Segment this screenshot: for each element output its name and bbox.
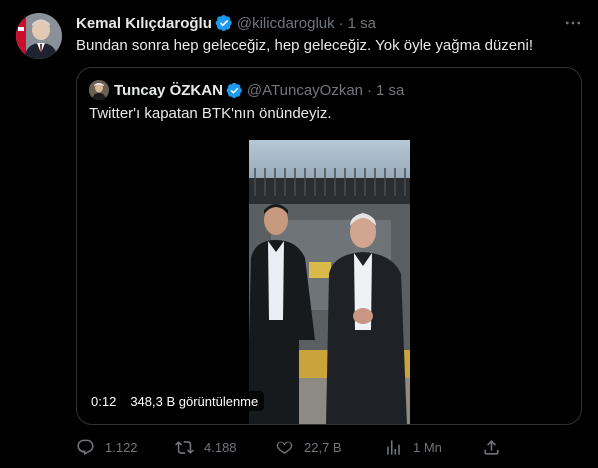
separator-dot: · bbox=[367, 81, 373, 99]
more-icon[interactable] bbox=[562, 12, 584, 34]
quoted-text: Twitter'ı kapatan BTK'nın önündeyiz. bbox=[89, 105, 332, 122]
author-name[interactable]: Kemal Kılıçdaroğlu bbox=[76, 15, 212, 32]
quoted-tweet[interactable]: Tuncay ÖZKAN @ATuncayOzkan · 1 sa Twitte… bbox=[76, 67, 582, 425]
video-views: 348,3 B görüntülenme bbox=[130, 393, 259, 409]
quoted-time[interactable]: 1 sa bbox=[376, 82, 404, 99]
tweet-time[interactable]: 1 sa bbox=[348, 15, 376, 32]
quoted-header: Tuncay ÖZKAN @ATuncayOzkan · 1 sa bbox=[114, 80, 404, 100]
reply-count: 1.122 bbox=[105, 439, 138, 455]
video-player[interactable] bbox=[249, 140, 410, 424]
tweet[interactable]: Kemal Kılıçdaroğlu @kilicdarogluk · 1 sa… bbox=[0, 0, 598, 468]
quoted-author-name[interactable]: Tuncay ÖZKAN bbox=[114, 82, 223, 99]
action-bar: 1.122 4.188 22,7 B 1 Mn bbox=[76, 436, 506, 458]
reply-icon bbox=[77, 439, 94, 455]
share-button[interactable] bbox=[482, 436, 501, 458]
retweet-count: 4.188 bbox=[204, 439, 237, 455]
views-icon bbox=[387, 439, 400, 455]
verified-badge-icon[interactable] bbox=[226, 82, 243, 99]
verified-badge-icon[interactable] bbox=[215, 14, 233, 32]
views-button[interactable]: 1 Mn bbox=[384, 436, 442, 458]
tweet-header: Kemal Kılıçdaroğlu @kilicdarogluk · 1 sa bbox=[76, 13, 376, 33]
share-icon bbox=[484, 439, 499, 455]
views-count: 1 Mn bbox=[413, 439, 442, 455]
video-info-overlay: 0:12 348,3 B görüntülenme bbox=[85, 391, 265, 411]
author-handle[interactable]: @kilicdarogluk bbox=[237, 15, 335, 32]
quoted-author-avatar[interactable] bbox=[89, 80, 109, 100]
retweet-button[interactable]: 4.188 bbox=[175, 436, 237, 458]
like-icon bbox=[276, 441, 293, 454]
quoted-author-handle[interactable]: @ATuncayOzkan bbox=[247, 82, 363, 99]
separator-dot: · bbox=[338, 14, 344, 32]
tweet-text: Bundan sonra hep geleceğiz, hep geleceği… bbox=[76, 37, 533, 54]
like-count: 22,7 B bbox=[304, 439, 342, 455]
author-avatar[interactable] bbox=[16, 13, 62, 59]
video-duration: 0:12 bbox=[91, 393, 117, 409]
like-button[interactable]: 22,7 B bbox=[275, 436, 342, 458]
retweet-icon bbox=[175, 440, 194, 454]
reply-button[interactable]: 1.122 bbox=[76, 436, 138, 458]
